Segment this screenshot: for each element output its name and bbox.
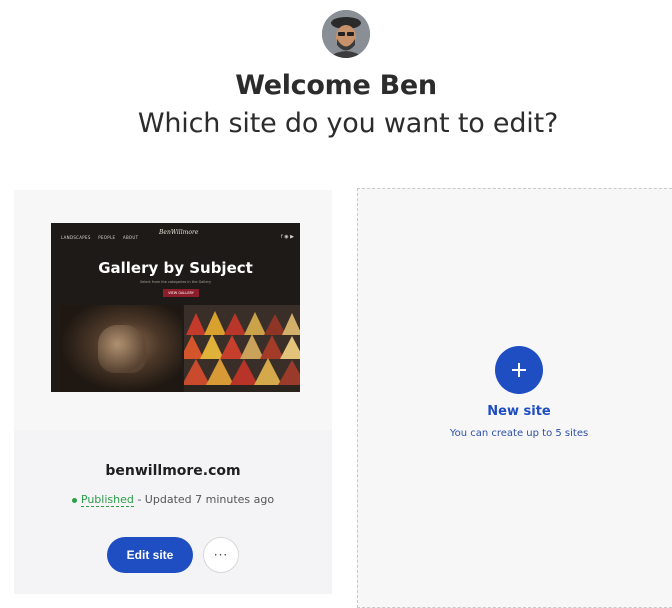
preview-tagline: Select from the categories in the Galler… bbox=[139, 280, 212, 284]
status-dot-icon bbox=[71, 497, 77, 503]
preview-logo: BenWillmore bbox=[159, 229, 199, 236]
preview-cta-button: VIEW GALLERY bbox=[163, 289, 199, 297]
edit-site-button[interactable]: Edit site bbox=[107, 537, 193, 573]
preview-nav-item: PEOPLE bbox=[98, 235, 116, 240]
preview-photo-left bbox=[60, 305, 182, 392]
new-site-title[interactable]: New site bbox=[358, 404, 672, 419]
more-options-button[interactable]: ··· bbox=[203, 537, 239, 573]
last-updated-text: - Updated 7 minutes ago bbox=[137, 493, 275, 506]
preview-title: Gallery by Subject bbox=[98, 259, 253, 277]
preview-nav: LANDSCAPES PEOPLE ABOUT bbox=[61, 235, 144, 240]
site-status-row: Published - Updated 7 minutes ago bbox=[14, 493, 332, 507]
page-subtitle: Which site do you want to edit? bbox=[137, 108, 559, 139]
add-site-button[interactable] bbox=[495, 346, 543, 394]
new-site-subtitle: You can create up to 5 sites bbox=[449, 428, 589, 439]
preview-social-icons: f ◉ ▶ bbox=[280, 234, 294, 240]
preview-nav-item: ABOUT bbox=[122, 235, 139, 240]
preview-nav-item: LANDSCAPES bbox=[61, 235, 91, 240]
welcome-heading: Welcome Ben bbox=[235, 70, 437, 101]
site-preview-thumbnail[interactable]: LANDSCAPES PEOPLE ABOUT BenWillmore f ◉ … bbox=[51, 223, 300, 392]
preview-photo-right bbox=[180, 305, 300, 392]
status-badge[interactable]: Published bbox=[80, 493, 134, 507]
site-name: benwillmore.com bbox=[105, 463, 241, 479]
site-card[interactable]: LANDSCAPES PEOPLE ABOUT BenWillmore f ◉ … bbox=[14, 190, 332, 594]
new-site-card[interactable]: New site You can create up to 5 sites bbox=[357, 188, 672, 608]
avatar[interactable] bbox=[322, 10, 370, 58]
ellipsis-icon: ··· bbox=[213, 548, 229, 562]
plus-icon bbox=[512, 363, 526, 377]
